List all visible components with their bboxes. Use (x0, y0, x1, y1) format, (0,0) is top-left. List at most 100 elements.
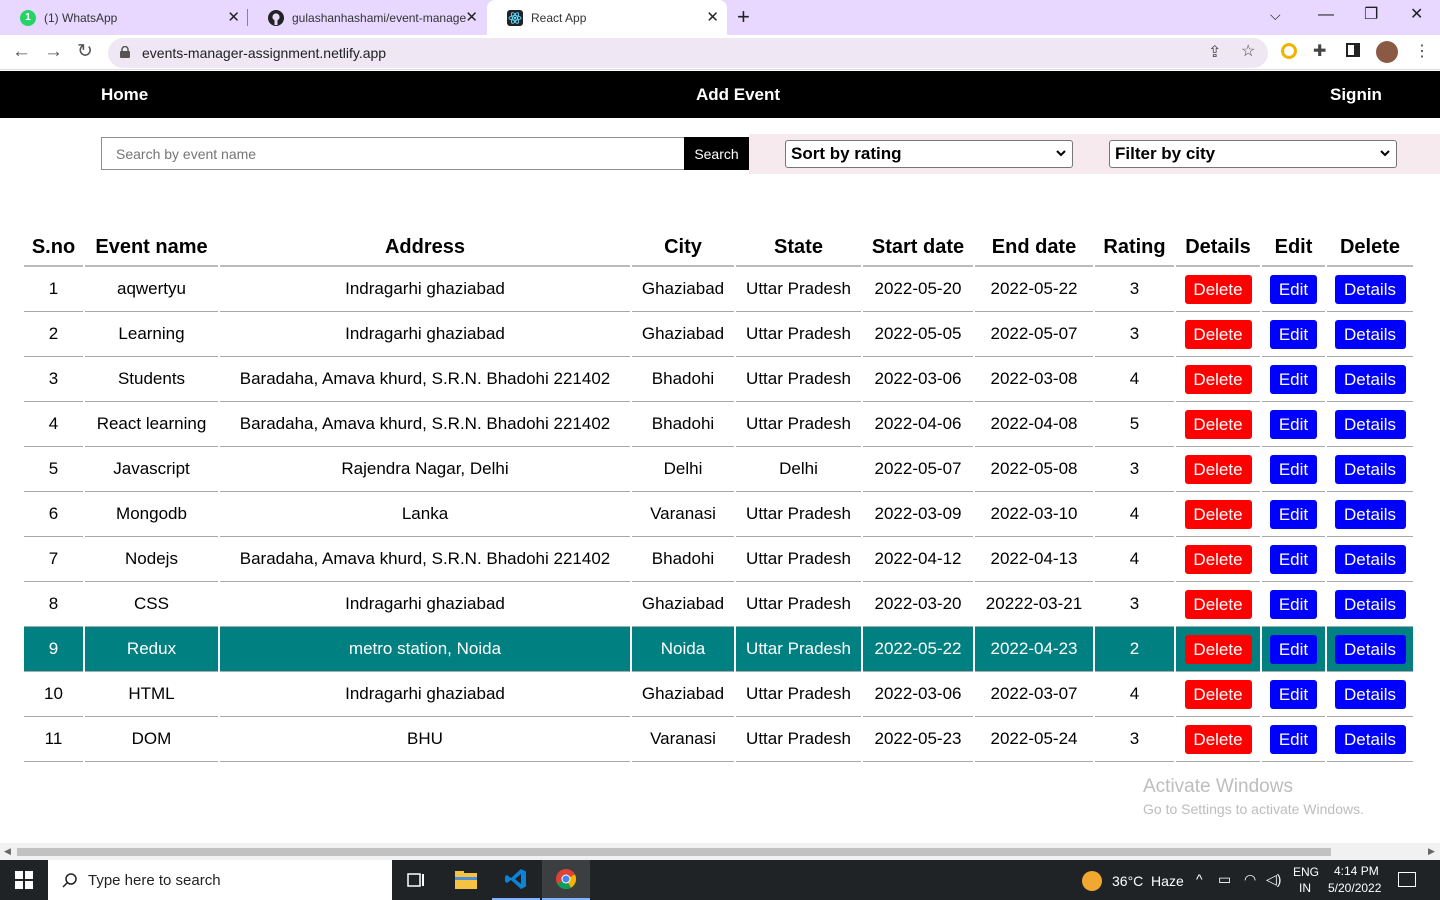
edit-button[interactable]: Edit (1270, 409, 1317, 439)
tab-whatsapp[interactable]: 1 (1) WhatsApp ✕ (0, 0, 248, 35)
details-button[interactable]: Details (1334, 364, 1406, 394)
close-tab-icon[interactable]: ✕ (227, 9, 240, 26)
clock-time[interactable]: 4:14 PM (1334, 864, 1379, 878)
delete-button[interactable]: Delete (1184, 409, 1252, 439)
edit-button[interactable]: Edit (1270, 454, 1317, 484)
details-button[interactable]: Details (1334, 499, 1406, 529)
new-tab-icon[interactable]: + (737, 6, 750, 28)
minimize-icon[interactable]: — (1318, 6, 1334, 24)
restore-icon[interactable]: ❐ (1364, 6, 1378, 24)
cell-state: Uttar Pradesh (736, 627, 861, 672)
cell-start-date: 2022-05-23 (863, 717, 973, 762)
notifications-icon[interactable] (1398, 872, 1416, 887)
volume-icon[interactable]: ◁) (1266, 871, 1281, 888)
sort-by-rating-select[interactable]: Sort by rating (785, 140, 1073, 168)
delete-button[interactable]: Delete (1184, 679, 1252, 709)
profile-avatar[interactable] (1376, 41, 1398, 63)
side-panel-icon[interactable] (1346, 43, 1360, 57)
windows-start-icon[interactable] (0, 860, 48, 900)
details-button[interactable]: Details (1334, 454, 1406, 484)
delete-button[interactable]: Delete (1184, 634, 1252, 664)
language-label[interactable]: ENG (1293, 865, 1319, 879)
weather-sun-icon[interactable] (1082, 871, 1102, 891)
menu-dots-icon[interactable]: ⋮ (1414, 43, 1430, 61)
vscode-icon[interactable] (492, 860, 540, 900)
close-window-icon[interactable]: ✕ (1410, 6, 1423, 24)
task-view-icon[interactable] (392, 860, 440, 900)
delete-button[interactable]: Delete (1184, 319, 1252, 349)
edit-button[interactable]: Edit (1270, 544, 1317, 574)
search-button[interactable]: Search (684, 137, 749, 170)
delete-button[interactable]: Delete (1184, 589, 1252, 619)
reload-icon[interactable]: ↻ (77, 42, 93, 61)
tab-title: gulashanhashami/event-manage (292, 10, 467, 25)
taskbar-search-box[interactable]: Type here to search (48, 860, 392, 900)
edit-button[interactable]: Edit (1270, 634, 1317, 664)
share-icon[interactable]: ⇪ (1208, 44, 1221, 62)
edit-button[interactable]: Edit (1270, 679, 1317, 709)
details-button[interactable]: Details (1334, 589, 1406, 619)
cell-sno: 8 (24, 582, 83, 627)
edit-button[interactable]: Edit (1270, 499, 1317, 529)
delete-button[interactable]: Delete (1184, 454, 1252, 484)
edit-button[interactable]: Edit (1270, 364, 1317, 394)
nav-home-link[interactable]: Home (101, 85, 148, 105)
details-button[interactable]: Details (1334, 274, 1406, 304)
filter-by-city-select[interactable]: Filter by city (1109, 140, 1397, 168)
battery-icon[interactable]: ▭ (1218, 871, 1231, 888)
table-row: 3 Students Baradaha, Amava khurd, S.R.N. B… (24, 357, 1413, 402)
details-button[interactable]: Details (1334, 544, 1406, 574)
details-button[interactable]: Details (1334, 409, 1406, 439)
cell-action: Edit (1262, 312, 1325, 357)
show-hidden-icons-icon[interactable]: ^ (1196, 871, 1203, 887)
cell-sno: 4 (24, 402, 83, 447)
header-edit: Edit (1262, 229, 1325, 267)
chrome-icon[interactable] (542, 860, 590, 900)
header-address: Address (220, 229, 630, 267)
nav-signin-link[interactable]: Signin (1330, 85, 1382, 105)
forward-icon[interactable]: → (44, 42, 63, 61)
cell-city: Ghaziabad (632, 582, 734, 627)
cell-action: Details (1327, 672, 1413, 717)
scrollbar-thumb[interactable] (17, 848, 1331, 856)
delete-button[interactable]: Delete (1184, 544, 1252, 574)
back-icon[interactable]: ← (12, 42, 31, 61)
close-tab-icon[interactable]: ✕ (706, 9, 719, 26)
scroll-right-icon[interactable]: ▶ (1428, 846, 1435, 857)
nav-add-event-link[interactable]: Add Event (696, 85, 780, 105)
tab-react-app[interactable]: React App ✕ (487, 0, 727, 35)
edit-button[interactable]: Edit (1270, 319, 1317, 349)
horizontal-scrollbar[interactable]: ◀ ▶ (0, 843, 1440, 860)
address-bar[interactable]: events-manager-assignment.netlify.app ⇪ … (108, 38, 1268, 68)
edit-button[interactable]: Edit (1270, 724, 1317, 754)
weather-text[interactable]: 36°C Haze (1112, 873, 1184, 889)
details-button[interactable]: Details (1334, 679, 1406, 709)
bookmark-star-icon[interactable]: ☆ (1241, 43, 1255, 61)
file-explorer-icon[interactable] (442, 860, 490, 900)
wifi-icon[interactable]: ◠ (1244, 871, 1256, 888)
delete-button[interactable]: Delete (1184, 364, 1252, 394)
delete-button[interactable]: Delete (1184, 724, 1252, 754)
table-row: 10 HTML Indragarhi ghaziabad Ghaziabad Uttar… (24, 672, 1413, 717)
region-label[interactable]: IN (1299, 881, 1311, 895)
extensions-puzzle-icon[interactable]: ✚ (1313, 43, 1326, 61)
cell-address: Lanka (220, 492, 630, 537)
scroll-left-icon[interactable]: ◀ (4, 846, 11, 857)
windows-taskbar: Type here to search 36°C Haze ^ ▭ ◠ ◁) E… (0, 860, 1440, 900)
details-button[interactable]: Details (1334, 319, 1406, 349)
delete-button[interactable]: Delete (1184, 274, 1252, 304)
edit-button[interactable]: Edit (1270, 274, 1317, 304)
cell-start-date: 2022-05-22 (863, 627, 973, 672)
delete-button[interactable]: Delete (1184, 499, 1252, 529)
details-button[interactable]: Details (1334, 724, 1406, 754)
cell-address: Indragarhi ghaziabad (220, 267, 630, 312)
details-button[interactable]: Details (1334, 634, 1406, 664)
tab-github[interactable]: gulashanhashami/event-manage ✕ (248, 0, 486, 35)
close-tab-icon[interactable]: ✕ (465, 9, 478, 26)
cell-action: Details (1327, 717, 1413, 762)
extension-icon[interactable] (1281, 43, 1297, 59)
edit-button[interactable]: Edit (1270, 589, 1317, 619)
search-input[interactable] (101, 137, 685, 170)
clock-date[interactable]: 5/20/2022 (1328, 881, 1381, 895)
tab-search-chevron-icon[interactable]: ⌵ (1270, 6, 1281, 24)
